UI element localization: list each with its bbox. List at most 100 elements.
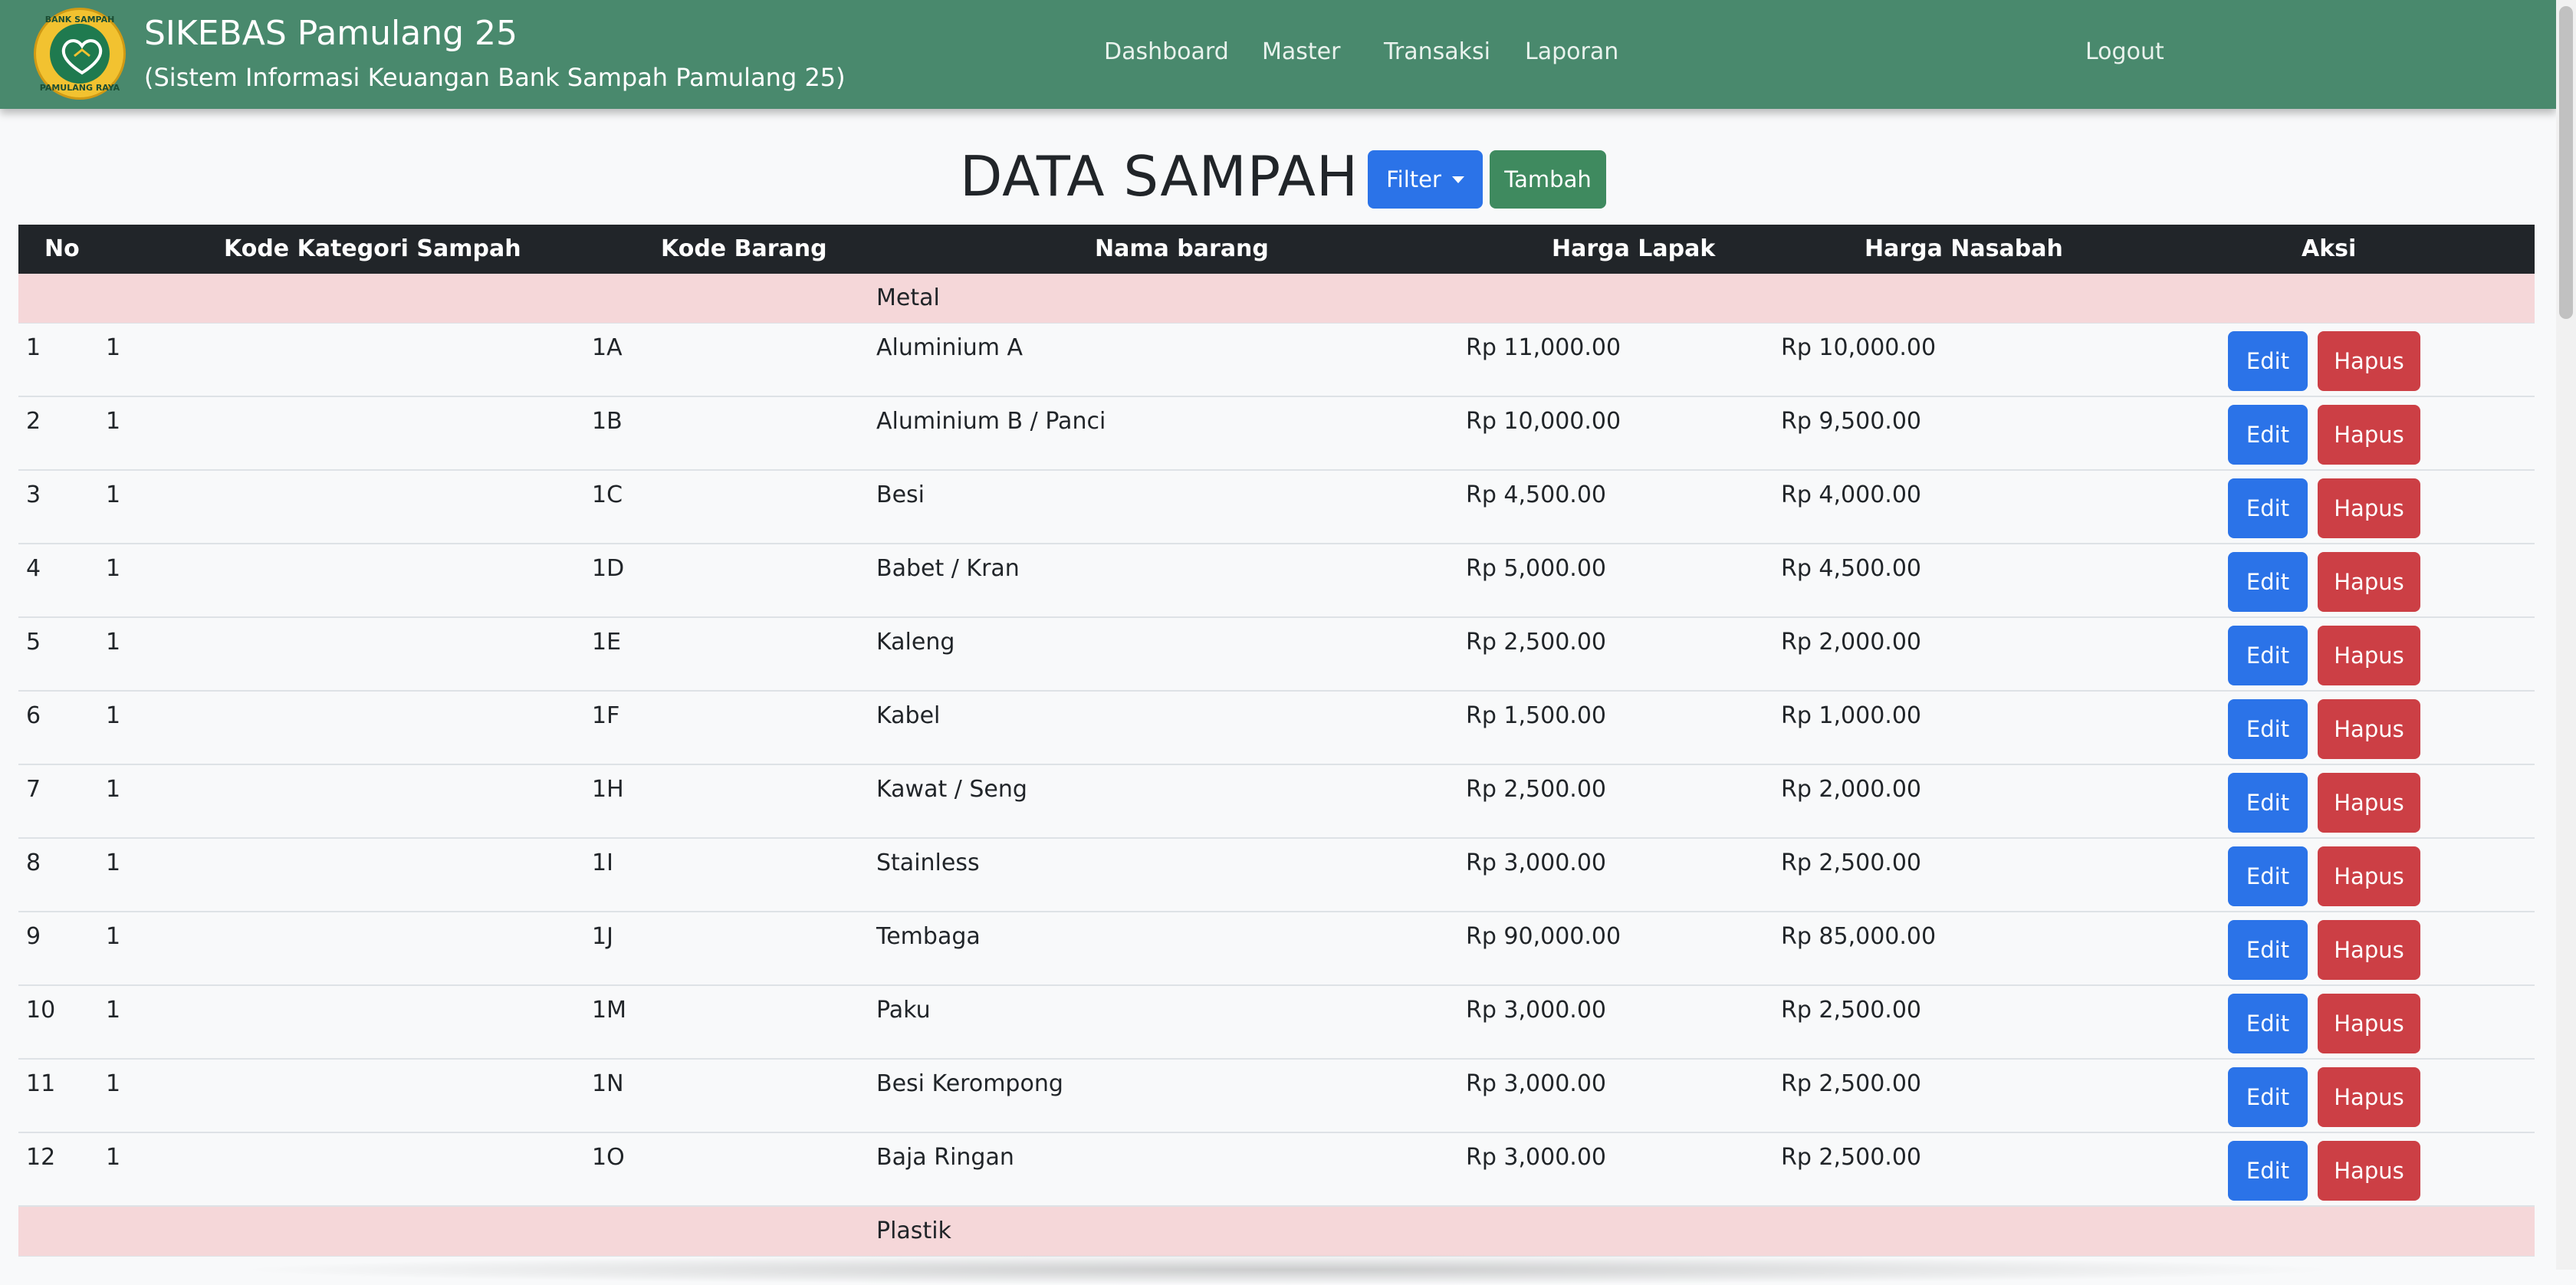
brand-title[interactable]: SIKEBAS Pamulang 25 [144, 14, 518, 53]
nama-barang-cell: Babet / Kran [876, 555, 1020, 582]
nama-barang-cell: Kawat / Seng [876, 776, 1027, 803]
nav-link-transaksi[interactable]: Transaksi [1384, 38, 1490, 65]
nav-link-laporan[interactable]: Laporan [1525, 38, 1618, 65]
table-row: 10 1 1M Paku Rp 3,000.00 Rp 2,500.00 Edit Hapus [18, 986, 2535, 1060]
row-number: 11 [26, 1070, 56, 1097]
table-header: No Kode Kategori Sampah Kode Barang Nama… [18, 225, 2535, 274]
edit-button[interactable]: Edit [2228, 331, 2308, 391]
harga-nasabah-cell: Rp 10,000.00 [1781, 334, 1937, 361]
kode-kategori-cell: 1 [106, 1144, 121, 1171]
delete-button[interactable]: Hapus [2318, 846, 2420, 906]
column-header-no: No [44, 235, 80, 262]
edit-button[interactable]: Edit [2228, 1141, 2308, 1201]
harga-lapak-cell: Rp 1,500.00 [1466, 702, 1607, 729]
logout-link[interactable]: Logout [2085, 38, 2164, 65]
delete-button[interactable]: Hapus [2318, 478, 2420, 538]
top-navbar: BANK SAMPAH PAMULANG RAYA SIKEBAS Pamula… [0, 0, 2556, 109]
kode-barang-cell: 1N [592, 1070, 624, 1097]
edit-button[interactable]: Edit [2228, 405, 2308, 465]
edit-button[interactable]: Edit [2228, 552, 2308, 612]
table-row: 5 1 1E Kaleng Rp 2,500.00 Rp 2,000.00 Edit Hapu… [18, 618, 2535, 692]
kode-kategori-cell: 1 [106, 334, 121, 361]
table-row: 6 1 1F Kabel Rp 1,500.00 Rp 1,000.00 Edit Hapus [18, 692, 2535, 765]
data-sampah-table: No Kode Kategori Sampah Kode Barang Nama… [18, 225, 2535, 1257]
logo-bottom-text: PAMULANG RAYA [39, 83, 120, 93]
kode-kategori-cell: 1 [106, 702, 121, 729]
kode-kategori-cell: 1 [106, 850, 121, 876]
edit-button[interactable]: Edit [2228, 994, 2308, 1053]
row-number: 3 [26, 481, 41, 508]
harga-lapak-cell: Rp 3,000.00 [1466, 997, 1607, 1024]
nama-barang-cell: Stainless [876, 850, 980, 876]
kode-kategori-cell: 1 [106, 481, 121, 508]
kode-barang-cell: 1M [592, 997, 626, 1024]
delete-button[interactable]: Hapus [2318, 552, 2420, 612]
table-row: 8 1 1I Stainless Rp 3,000.00 Rp 2,500.00 Edit H… [18, 839, 2535, 912]
delete-button[interactable]: Hapus [2318, 773, 2420, 833]
harga-lapak-cell: Rp 3,000.00 [1466, 850, 1607, 876]
table-row: 12 1 1O Baja Ringan Rp 3,000.00 Rp 2,500.00 Ed… [18, 1133, 2535, 1207]
table-row: 11 1 1N Besi Kerompong Rp 3,000.00 Rp 2,500.0… [18, 1060, 2535, 1133]
column-header-harga-lapak: Harga Lapak [1552, 235, 1716, 262]
edit-button[interactable]: Edit [2228, 1067, 2308, 1127]
vertical-scrollbar[interactable] [2556, 0, 2576, 1270]
delete-button[interactable]: Hapus [2318, 994, 2420, 1053]
edit-button[interactable]: Edit [2228, 773, 2308, 833]
column-header-harga-nasabah: Harga Nasabah [1865, 235, 2063, 262]
nav-link-dashboard[interactable]: Dashboard [1104, 38, 1229, 65]
table-row: 4 1 1D Babet / Kran Rp 5,000.00 Rp 4,500.00 Ed… [18, 544, 2535, 618]
nama-barang-cell: Kaleng [876, 629, 955, 656]
edit-button[interactable]: Edit [2228, 920, 2308, 980]
delete-button[interactable]: Hapus [2318, 1141, 2420, 1201]
edit-button[interactable]: Edit [2228, 478, 2308, 538]
kode-kategori-cell: 1 [106, 997, 121, 1024]
harga-nasabah-cell: Rp 9,500.00 [1781, 408, 1922, 435]
row-number: 9 [26, 923, 41, 950]
column-header-nama-barang: Nama barang [1095, 235, 1269, 262]
table-row: 9 1 1J Tembaga Rp 90,000.00 Rp 85,000.00 Edit H… [18, 912, 2535, 986]
harga-lapak-cell: Rp 3,000.00 [1466, 1070, 1607, 1097]
edit-button[interactable]: Edit [2228, 626, 2308, 685]
edit-button[interactable]: Edit [2228, 699, 2308, 759]
delete-button[interactable]: Hapus [2318, 920, 2420, 980]
delete-button[interactable]: Hapus [2318, 1067, 2420, 1127]
edit-button[interactable]: Edit [2228, 846, 2308, 906]
row-number: 12 [26, 1144, 56, 1171]
nav-link-master[interactable]: Master [1262, 38, 1340, 65]
harga-lapak-cell: Rp 4,500.00 [1466, 481, 1607, 508]
bank-sampah-logo[interactable]: BANK SAMPAH PAMULANG RAYA [34, 8, 126, 100]
nama-barang-cell: Besi [876, 481, 925, 508]
category-row-plastik: Plastik [18, 1207, 2535, 1257]
kode-barang-cell: 1E [592, 629, 622, 656]
delete-button[interactable]: Hapus [2318, 405, 2420, 465]
delete-button[interactable]: Hapus [2318, 626, 2420, 685]
brand-subtitle: (Sistem Informasi Keuangan Bank Sampah P… [144, 63, 846, 92]
scrollbar-thumb[interactable] [2559, 6, 2573, 319]
nama-barang-cell: Aluminium A [876, 334, 1024, 361]
harga-lapak-cell: Rp 3,000.00 [1466, 1144, 1607, 1171]
row-number: 5 [26, 629, 41, 656]
harga-lapak-cell: Rp 10,000.00 [1466, 408, 1622, 435]
table-row: 2 1 1B Aluminium B / Panci Rp 10,000.00 Rp 9,… [18, 397, 2535, 471]
delete-button[interactable]: Hapus [2318, 331, 2420, 391]
category-row-metal: Metal [18, 274, 2535, 324]
filter-dropdown-button[interactable]: Filter [1368, 150, 1483, 209]
kode-kategori-cell: 1 [106, 629, 121, 656]
kode-kategori-cell: 1 [106, 776, 121, 803]
row-number: 10 [26, 997, 56, 1024]
harga-nasabah-cell: Rp 2,500.00 [1781, 1144, 1922, 1171]
nama-barang-cell: Tembaga [876, 923, 981, 950]
delete-button[interactable]: Hapus [2318, 699, 2420, 759]
row-number: 4 [26, 555, 41, 582]
harga-nasabah-cell: Rp 2,000.00 [1781, 776, 1922, 803]
harga-nasabah-cell: Rp 2,500.00 [1781, 997, 1922, 1024]
category-label: Metal [876, 284, 940, 311]
caret-down-icon [1451, 176, 1464, 183]
harga-nasabah-cell: Rp 2,500.00 [1781, 850, 1922, 876]
harga-nasabah-cell: Rp 2,000.00 [1781, 629, 1922, 656]
kode-barang-cell: 1D [592, 555, 625, 582]
kode-barang-cell: 1H [592, 776, 624, 803]
harga-lapak-cell: Rp 11,000.00 [1466, 334, 1622, 361]
add-button[interactable]: Tambah [1490, 150, 1606, 209]
table-row: 1 1 1A Aluminium A Rp 11,000.00 Rp 10,000.00 E… [18, 324, 2535, 397]
